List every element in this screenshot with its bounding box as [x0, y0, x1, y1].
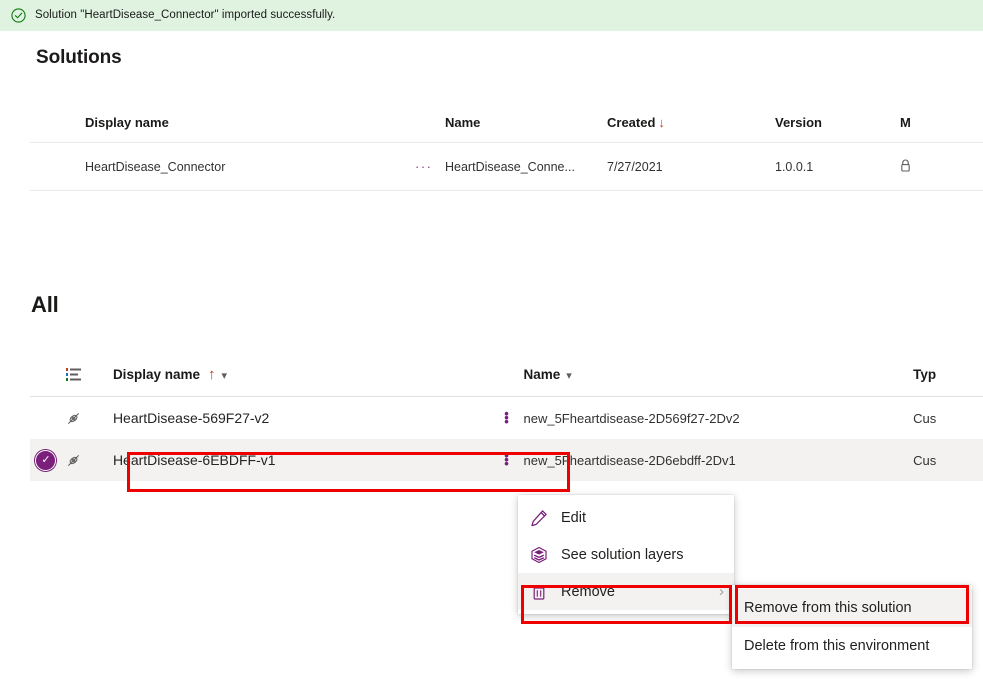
table-row[interactable]: HeartDisease_Connector ··· HeartDisease_…: [30, 143, 983, 191]
cell-display-name[interactable]: HeartDisease-6EBDFF-v1: [100, 452, 490, 468]
column-header-display-name-label: Display name: [112, 366, 200, 382]
chevron-down-icon[interactable]: ▾: [566, 369, 572, 382]
solutions-table-header: Display name Name Created ↓ Version M: [30, 105, 983, 143]
sort-ascending-icon: ↑: [207, 365, 216, 383]
chevron-right-icon: ›: [719, 583, 724, 600]
column-header-display-name[interactable]: Display name ↑ ▾: [100, 366, 524, 383]
cell-display-name[interactable]: HeartDisease_Connector: [30, 160, 415, 174]
cell-name: new_5Fheartdisease-2D569f27-2Dv2: [523, 410, 740, 426]
cell-name: new_5Fheartdisease-2D6ebdff-2Dv1: [523, 452, 736, 468]
solutions-page-title: Solutions: [36, 47, 122, 68]
cell-version: 1.0.0.1: [775, 159, 814, 174]
unmanaged-icon: [62, 453, 100, 468]
column-header-created[interactable]: Created ↓: [607, 115, 775, 130]
context-menu-item-see-solution-layers[interactable]: See solution layers: [518, 536, 734, 573]
cell-type: Cus: [913, 452, 937, 468]
success-banner: Solution "HeartDisease_Connector" import…: [0, 0, 983, 31]
submenu-item-remove-from-this-solution[interactable]: Remove from this solution: [732, 589, 972, 627]
cell-name: HeartDisease_Conne...: [445, 159, 575, 174]
column-header-name[interactable]: Name ▾: [524, 367, 914, 382]
cell-managed: [900, 159, 960, 175]
more-options-icon[interactable]: ···: [415, 159, 445, 174]
column-header-name-label: Name: [523, 366, 561, 382]
submenu-item-delete-from-this-environment[interactable]: Delete from this environment: [732, 627, 972, 665]
table-row[interactable]: HeartDisease-569F27-v2 • • • new_5Fheartdi…: [30, 397, 983, 439]
table-row[interactable]: ✓ HeartDisease-6EBDFF-v1 • • • new_5Fheart…: [30, 439, 983, 481]
remove-submenu: Remove from this solution Delete from th…: [732, 585, 972, 669]
context-menu-item-remove[interactable]: Remove ›: [518, 573, 734, 610]
check-circle-icon: [11, 8, 26, 23]
column-header-version[interactable]: Version: [775, 115, 900, 130]
all-table-header: Display name ↑ ▾ Name ▾ Typ: [30, 352, 983, 397]
check-circle-filled-icon[interactable]: ✓: [35, 449, 57, 471]
more-options-icon[interactable]: • • •: [490, 407, 524, 428]
row-context-menu: Edit See solution layers Remove ›: [518, 495, 734, 614]
chevron-down-icon[interactable]: ▾: [221, 369, 227, 382]
context-menu-item-edit-label: Edit: [561, 509, 586, 526]
sort-descending-icon: ↓: [658, 115, 665, 130]
row-list-icon[interactable]: [62, 367, 100, 382]
all-components-table: Display name ↑ ▾ Name ▾ Typ HeartDisease…: [30, 352, 983, 481]
context-menu-item-remove-label: Remove: [561, 583, 615, 600]
submenu-item-remove-from-this-solution-label: Remove from this solution: [744, 600, 912, 616]
context-menu-item-see-solution-layers-label: See solution layers: [561, 546, 684, 563]
column-header-type[interactable]: Typ: [913, 367, 983, 382]
column-header-created-label: Created: [607, 115, 656, 130]
cell-created: 7/27/2021: [607, 159, 663, 174]
context-menu-item-edit[interactable]: Edit: [518, 499, 734, 536]
layers-icon: [531, 546, 547, 563]
trash-icon: [532, 584, 546, 600]
column-header-name[interactable]: Name: [445, 115, 607, 130]
success-banner-text: Solution "HeartDisease_Connector" import…: [35, 8, 336, 21]
unmanaged-icon: [62, 411, 100, 426]
column-header-managed[interactable]: M: [900, 115, 960, 130]
solutions-table: Display name Name Created ↓ Version M Hea…: [30, 105, 983, 191]
row-select-checkbox[interactable]: ✓: [30, 449, 62, 471]
pencil-icon: [531, 509, 547, 526]
more-options-icon[interactable]: • • •: [490, 449, 524, 470]
column-header-display-name[interactable]: Display name: [30, 115, 415, 130]
cell-display-name[interactable]: HeartDisease-569F27-v2: [100, 410, 490, 426]
cell-type: Cus: [913, 410, 937, 426]
all-section-title: All: [31, 292, 59, 317]
submenu-item-delete-from-this-environment-label: Delete from this environment: [744, 638, 930, 654]
unmanaged-icon: [901, 159, 910, 172]
